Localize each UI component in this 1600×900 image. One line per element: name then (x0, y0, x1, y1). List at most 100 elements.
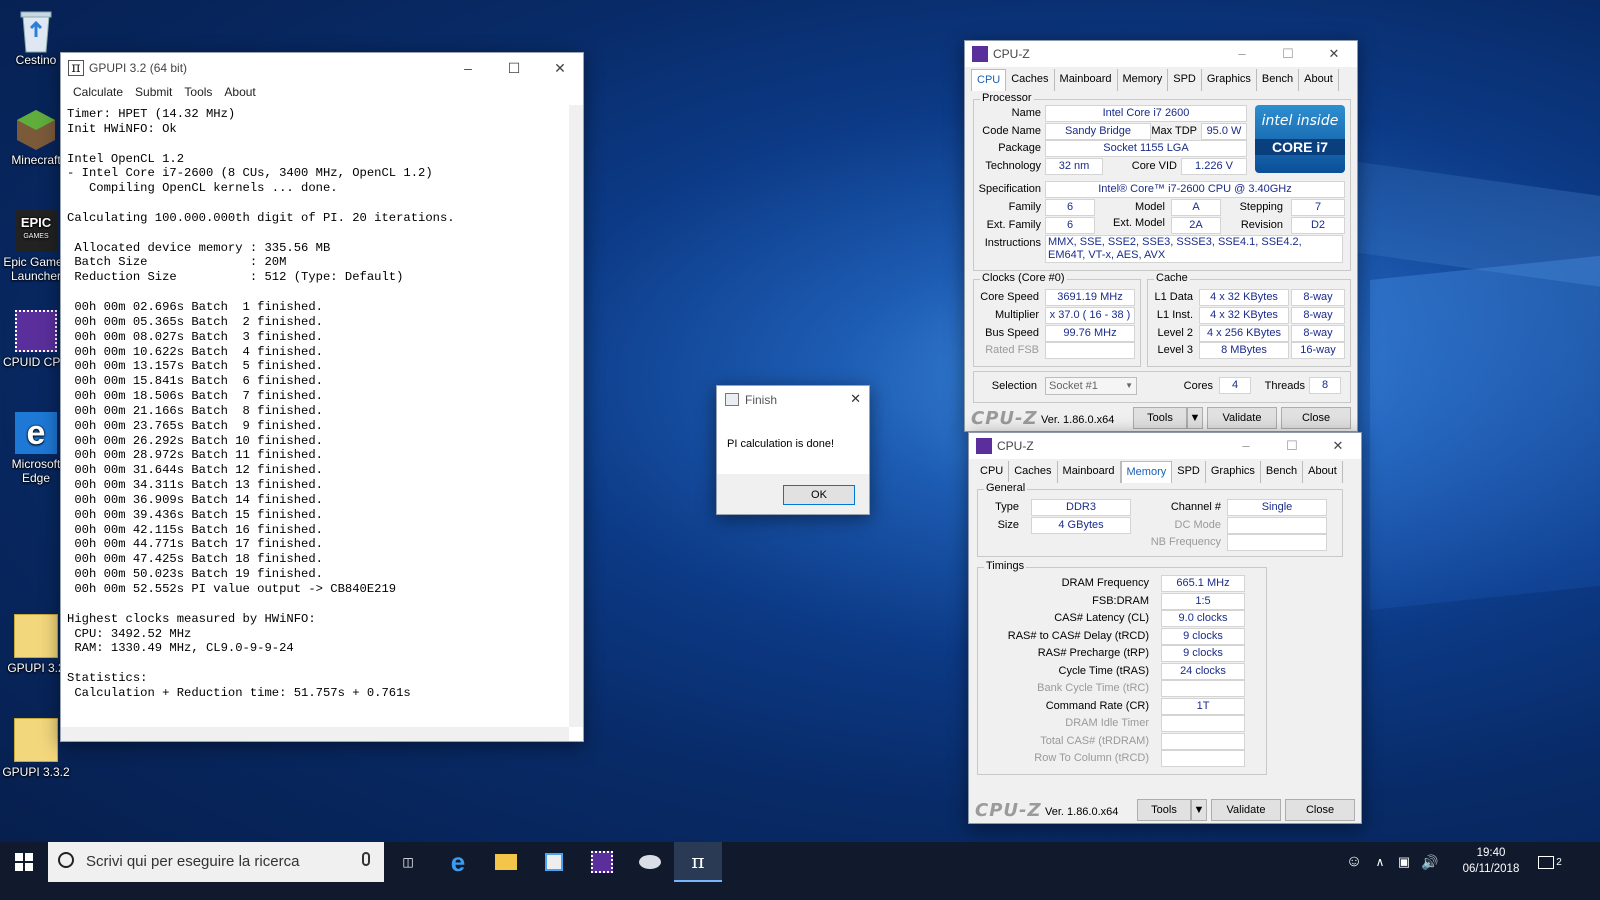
tab-memory[interactable]: Memory (1118, 69, 1169, 91)
maximize-button[interactable]: ☐ (491, 53, 537, 83)
tools-dropdown-arrow[interactable]: ▼ (1187, 407, 1203, 429)
chevron-up-icon[interactable]: ∧ (1368, 842, 1392, 882)
dialog-titlebar[interactable]: Finish ✕ (717, 386, 869, 414)
tab-spd[interactable]: SPD (1168, 69, 1202, 91)
tab-bench[interactable]: Bench (1261, 461, 1304, 483)
timing-label: DRAM Frequency (1061, 577, 1149, 589)
timing-value: 1T (1161, 697, 1245, 715)
maximize-button[interactable]: ☐ (1265, 41, 1311, 67)
version-text: Ver. 1.86.0.x64 (1041, 414, 1115, 426)
tab-about[interactable]: About (1299, 69, 1339, 91)
recycle-bin-icon (15, 8, 57, 53)
cpuz-titlebar[interactable]: CPU-Z – ☐ ✕ (965, 41, 1357, 67)
tab-mainboard[interactable]: Mainboard (1058, 461, 1121, 483)
file-explorer-icon[interactable] (482, 842, 530, 882)
size-label: Size (997, 519, 1019, 531)
notification-icon[interactable]: 2 (1530, 842, 1570, 882)
selection-dropdown[interactable]: Socket #1 ▼ (1045, 377, 1137, 395)
close-button[interactable]: ✕ (1311, 41, 1357, 67)
taskbar-search-box[interactable]: Scrivi qui per eseguire la ricerca (48, 842, 384, 882)
tab-cpu[interactable]: CPU (971, 69, 1007, 91)
taskbar-gpupi-icon[interactable]: π (674, 842, 722, 882)
maximize-button[interactable]: ☐ (1269, 433, 1315, 459)
cores-value: 4 (1219, 377, 1251, 394)
menu-calculate[interactable]: Calculate (67, 83, 129, 103)
name-value: Intel Core i7 2600 (1045, 105, 1247, 122)
cpuz-tabs: CPU Caches Mainboard Memory SPD Graphics… (971, 69, 1339, 91)
tools-button[interactable]: Tools (1137, 799, 1191, 821)
close-button[interactable]: Close (1281, 407, 1351, 429)
validate-button[interactable]: Validate (1211, 799, 1281, 821)
close-button[interactable]: ✕ (1315, 433, 1361, 459)
horizontal-scrollbar[interactable] (61, 727, 569, 741)
extfamily-value: 6 (1045, 217, 1095, 234)
dialog-app-icon (725, 393, 739, 406)
close-button[interactable]: ✕ (537, 53, 583, 83)
taskbar-edge-icon[interactable]: e (434, 842, 482, 882)
family-value: 6 (1045, 199, 1095, 216)
group-label: Processor (980, 92, 1034, 104)
cpuz-cpu-window: CPU-Z – ☐ ✕ CPU Caches Mainboard Memory … (964, 40, 1358, 432)
close-button[interactable]: Close (1285, 799, 1355, 821)
multiplier-label: Multiplier (994, 309, 1039, 321)
timing-value: 24 clocks (1161, 662, 1245, 680)
minimize-button[interactable]: – (1223, 433, 1269, 459)
cpuz-chip-icon (972, 46, 988, 62)
group-label: Cache (1154, 272, 1190, 284)
tab-caches[interactable]: Caches (1009, 461, 1058, 483)
taskbar-hwinfo-icon[interactable] (626, 842, 674, 882)
taskbar-cpuz-icon[interactable] (578, 842, 626, 882)
menu-about[interactable]: About (218, 83, 261, 103)
start-button[interactable] (0, 842, 48, 882)
network-icon[interactable]: ▣ (1392, 842, 1416, 882)
ok-button[interactable]: OK (783, 485, 855, 505)
menu-tools[interactable]: Tools (178, 83, 218, 103)
cpuid-chip-icon (15, 310, 57, 352)
console-output[interactable]: Timer: HPET (14.32 MHz) Init HWiNFO: Ok … (65, 105, 569, 727)
dialog-title: Finish (745, 393, 778, 407)
group-label: Clocks (Core #0) (980, 272, 1067, 284)
tools-button[interactable]: Tools (1133, 407, 1187, 429)
tools-dropdown-arrow[interactable]: ▼ (1191, 799, 1207, 821)
minimize-button[interactable]: – (445, 53, 491, 83)
vertical-scrollbar[interactable] (569, 105, 583, 727)
technology-value: 32 nm (1045, 158, 1103, 175)
tab-about[interactable]: About (1303, 461, 1343, 483)
timing-label: Cycle Time (tRAS) (1058, 664, 1149, 677)
tab-graphics[interactable]: Graphics (1202, 69, 1257, 91)
tab-mainboard[interactable]: Mainboard (1055, 69, 1118, 91)
model-value: A (1171, 199, 1221, 216)
cpuz-titlebar[interactable]: CPU-Z – ☐ ✕ (969, 433, 1361, 459)
microphone-icon[interactable] (362, 852, 370, 866)
gpupi-window: π GPUPI 3.2 (64 bit) – ☐ ✕ Calculate Sub… (60, 52, 584, 742)
tab-cpu[interactable]: CPU (975, 461, 1010, 483)
type-value: DDR3 (1031, 499, 1131, 516)
tab-caches[interactable]: Caches (1006, 69, 1055, 91)
minimize-button[interactable]: – (1219, 41, 1265, 67)
taskbar-clock[interactable]: 19:40 06/11/2018 (1452, 845, 1530, 877)
task-view-icon[interactable]: ◫ (384, 842, 432, 882)
cpuz-memory-window: CPU-Z – ☐ ✕ CPU Caches Mainboard Memory … (968, 432, 1362, 824)
menu-submit[interactable]: Submit (129, 83, 178, 103)
gpupi-titlebar[interactable]: π GPUPI 3.2 (64 bit) – ☐ ✕ (61, 53, 583, 83)
l2-label: Level 2 (1157, 327, 1193, 339)
dcmode-label: DC Mode (1174, 519, 1221, 531)
epic-games-icon: EPIC GAMES (15, 210, 57, 252)
finish-dialog: Finish ✕ PI calculation is done! OK (716, 385, 870, 515)
tab-bench[interactable]: Bench (1257, 69, 1300, 91)
l1d-value: 4 x 32 KBytes (1199, 289, 1289, 306)
timing-value (1161, 680, 1245, 697)
tab-graphics[interactable]: Graphics (1206, 461, 1261, 483)
validate-button[interactable]: Validate (1207, 407, 1277, 429)
tab-spd[interactable]: SPD (1172, 461, 1206, 483)
multiplier-value: x 37.0 ( 16 - 38 ) (1045, 307, 1135, 324)
l1i-value: 4 x 32 KBytes (1199, 307, 1289, 324)
version-text: Ver. 1.86.0.x64 (1045, 806, 1119, 818)
store-icon[interactable] (530, 842, 578, 882)
volume-icon[interactable]: 🔊 (1418, 842, 1442, 882)
timing-value (1161, 732, 1245, 750)
close-icon[interactable]: ✕ (850, 391, 861, 407)
threads-label: Threads (1264, 380, 1305, 392)
tab-memory[interactable]: Memory (1120, 461, 1173, 483)
group-label: General (984, 482, 1028, 494)
